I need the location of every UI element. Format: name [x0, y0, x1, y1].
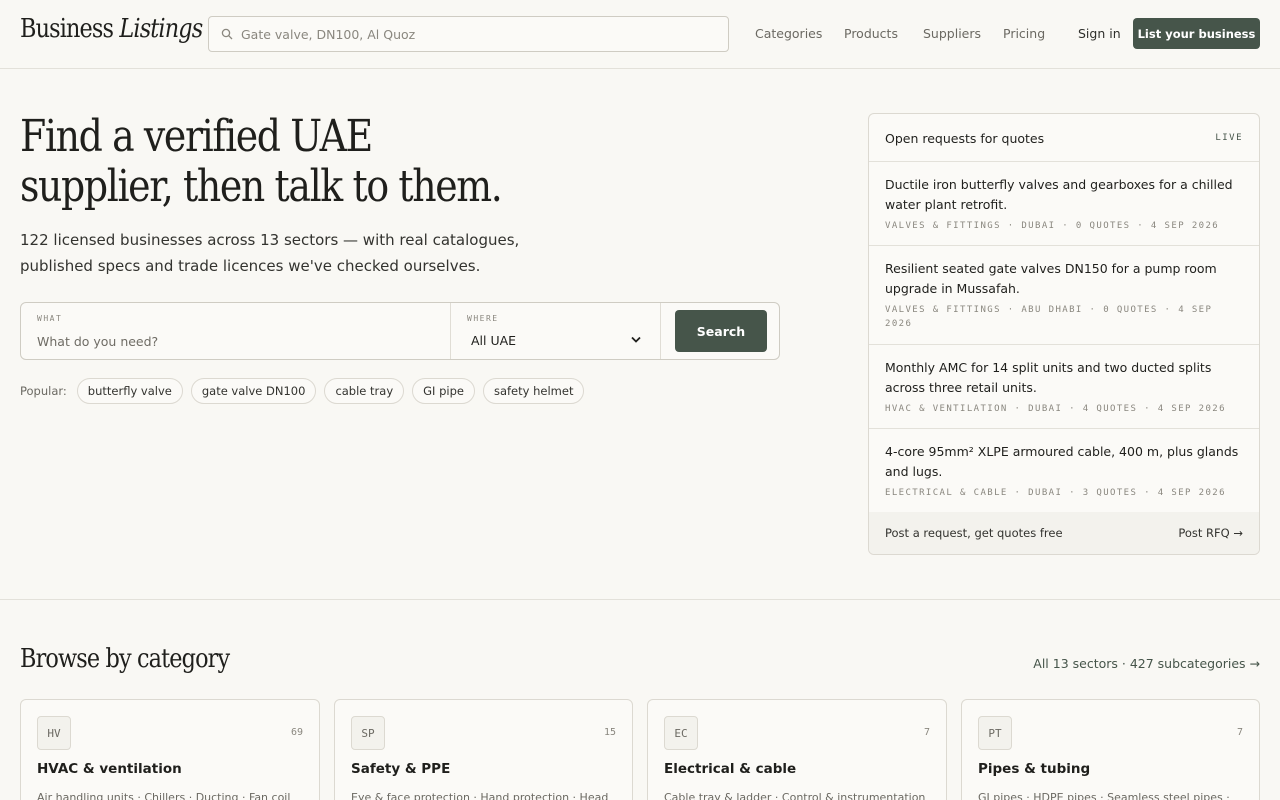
- sign-in-link[interactable]: Sign in: [1078, 26, 1121, 41]
- live-badge: LIVE: [1215, 133, 1243, 143]
- category-title: Pipes & tubing: [978, 761, 1091, 777]
- what-label: WHAT: [37, 314, 63, 323]
- where-label: WHERE: [467, 314, 499, 323]
- rfq-item-text: Ductile iron butterfly valves and gearbo…: [885, 177, 1233, 212]
- category-subcategories: Air handling units · Chillers · Ducting …: [37, 791, 291, 800]
- rfq-item[interactable]: Ductile iron butterfly valves and gearbo…: [869, 162, 1259, 246]
- nav-suppliers[interactable]: Suppliers: [923, 26, 981, 41]
- browse-title: Browse by category: [20, 644, 230, 674]
- popular-searches: Popular: butterfly valve gate valve DN10…: [20, 378, 592, 404]
- popular-chip[interactable]: gate valve DN100: [190, 378, 317, 404]
- rfq-title: Open requests for quotes: [885, 131, 1045, 146]
- rfq-item-text: Monthly AMC for 14 split units and two d…: [885, 360, 1212, 395]
- category-subcategories: GI pipes · HDPE pipes · Seamless steel p…: [978, 791, 1230, 800]
- hero-search-form: WHAT WHERE All UAE Search: [20, 302, 780, 360]
- category-count: 15: [603, 727, 616, 738]
- category-code: SP: [351, 716, 385, 750]
- rfq-item[interactable]: 4-core 95mm² XLPE armoured cable, 400 m,…: [869, 429, 1259, 513]
- hero-subtitle: 122 licensed businesses across 13 sector…: [20, 231, 520, 275]
- category-count: 69: [290, 727, 303, 738]
- rfq-item-meta: Valves & fittings · Dubai · 0 quotes · 4…: [885, 221, 1220, 231]
- rfq-item-meta: Electrical & cable · Dubai · 3 quotes · …: [885, 488, 1226, 498]
- rfq-item-meta: Valves & fittings · Abu Dhabi · 0 quotes…: [885, 305, 1213, 329]
- search-icon: [221, 28, 233, 40]
- category-subcategories: Cable tray & ladder · Control & instrume…: [664, 791, 926, 800]
- rfq-header: Open requests for quotes LIVE: [869, 114, 1259, 162]
- popular-chip[interactable]: cable tray: [324, 378, 405, 404]
- site-header: Business Listings Categories Products Su…: [0, 0, 1280, 69]
- site-logo[interactable]: Business Listings: [20, 14, 203, 44]
- what-field: WHAT: [21, 303, 451, 359]
- chevron-down-icon: [631, 336, 641, 343]
- rfq-panel: Open requests for quotes LIVE Ductile ir…: [868, 113, 1260, 555]
- category-title: Safety & PPE: [351, 761, 451, 777]
- category-count: 7: [923, 727, 930, 738]
- section-divider: [0, 599, 1280, 600]
- popular-label: Popular:: [20, 384, 67, 398]
- logo-text: Business: [20, 14, 120, 44]
- where-select-value[interactable]: All UAE: [471, 333, 516, 348]
- post-rfq-link[interactable]: Post RFQ →: [1178, 526, 1243, 540]
- category-title: HVAC & ventilation: [37, 761, 182, 777]
- category-subcategories: Eye & face protection · Hand protection …: [351, 791, 609, 800]
- popular-chip[interactable]: GI pipe: [412, 378, 475, 404]
- what-input[interactable]: [37, 331, 437, 351]
- header-search: [208, 16, 729, 52]
- popular-chip[interactable]: safety helmet: [482, 378, 585, 404]
- category-count: 7: [1236, 727, 1243, 738]
- all-sectors-link[interactable]: All 13 sectors · 427 subcategories →: [1033, 656, 1260, 671]
- category-code: HV: [37, 716, 71, 750]
- category-card-electrical[interactable]: EC 7 Electrical & cable Cable tray & lad…: [647, 699, 947, 800]
- category-card-pipes[interactable]: PT 7 Pipes & tubing GI pipes · HDPE pipe…: [961, 699, 1260, 800]
- rfq-item[interactable]: Resilient seated gate valves DN150 for a…: [869, 246, 1259, 345]
- category-code: EC: [664, 716, 698, 750]
- list-business-button[interactable]: List your business: [1133, 18, 1260, 49]
- rfq-item-text: Resilient seated gate valves DN150 for a…: [885, 261, 1217, 296]
- nav-products[interactable]: Products: [844, 26, 898, 41]
- category-card-hvac[interactable]: HV 69 HVAC & ventilation Air handling un…: [20, 699, 320, 800]
- logo-text-italic: Listings: [119, 14, 203, 44]
- rfq-item-text: 4-core 95mm² XLPE armoured cable, 400 m,…: [885, 444, 1239, 479]
- nav-pricing[interactable]: Pricing: [1003, 26, 1045, 41]
- rfq-item[interactable]: Monthly AMC for 14 split units and two d…: [869, 345, 1259, 429]
- rfq-item-meta: HVAC & ventilation · Dubai · 4 quotes · …: [885, 404, 1226, 414]
- rfq-footer: Post a request, get quotes free Post RFQ…: [869, 512, 1259, 554]
- where-field[interactable]: WHERE All UAE: [451, 303, 661, 359]
- hero-title: Find a verified UAE supplier, then talk …: [20, 111, 503, 212]
- rfq-footer-text: Post a request, get quotes free: [885, 526, 1063, 540]
- category-title: Electrical & cable: [664, 761, 797, 777]
- search-button[interactable]: Search: [675, 310, 767, 352]
- category-card-safety[interactable]: SP 15 Safety & PPE Eye & face protection…: [334, 699, 633, 800]
- header-search-input[interactable]: [241, 17, 721, 51]
- nav-categories[interactable]: Categories: [755, 26, 822, 41]
- popular-chip[interactable]: butterfly valve: [76, 378, 183, 404]
- category-code: PT: [978, 716, 1012, 750]
